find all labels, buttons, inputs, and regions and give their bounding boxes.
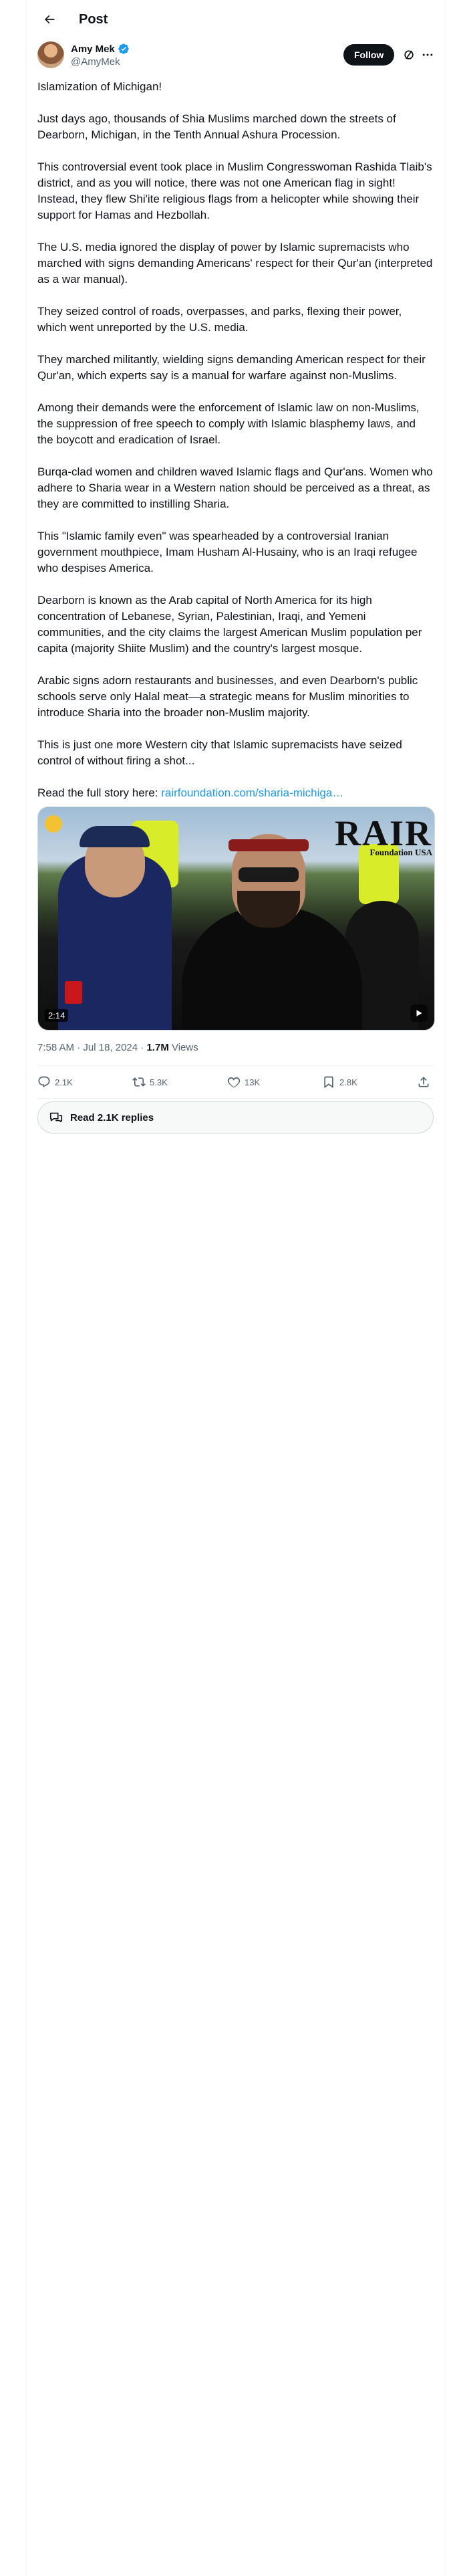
author-info: Amy Mek @AmyMek	[71, 43, 130, 68]
action-bar: 2.1K 5.3K 13K 2.8K	[27, 1066, 444, 1098]
back-arrow-icon	[44, 15, 55, 24]
tweet-paragraph: This "Islamic family even" was spearhead…	[37, 530, 418, 574]
page-title: Post	[79, 11, 108, 27]
watermark-logo: RAIR Foundation USA	[269, 815, 432, 863]
verified-icon	[118, 43, 129, 54]
views-count: 1.7M	[146, 1042, 169, 1053]
reply-button[interactable]: 2.1K	[37, 1075, 132, 1089]
reply-count: 2.1K	[55, 1077, 73, 1087]
tweet-text: Islamization of Michigan! Just days ago,…	[27, 79, 444, 801]
read-more-prefix: Read the full story here:	[37, 786, 162, 799]
post-column: Post Amy Mek @AmyMek Follow Islamization…	[27, 0, 444, 1134]
top-bar: Post	[27, 0, 444, 39]
author-handle[interactable]: @AmyMek	[71, 56, 130, 68]
grok-button[interactable]	[401, 47, 417, 63]
tweet-paragraph: Just days ago, thousands of Shia Muslims…	[37, 112, 396, 141]
tweet-paragraph: Arabic signs adorn restaurants and busin…	[37, 674, 418, 719]
bookmark-button[interactable]: 2.8K	[322, 1075, 417, 1089]
video-control-button[interactable]	[410, 1004, 428, 1022]
meta-separator: ·	[74, 1042, 84, 1053]
more-button[interactable]	[420, 47, 436, 63]
more-icon	[422, 53, 433, 56]
author-name[interactable]: Amy Mek	[71, 43, 115, 55]
share-button[interactable]	[417, 1075, 430, 1089]
like-count: 13K	[245, 1077, 261, 1087]
story-link[interactable]: rairfoundation.com/sharia-michiga…	[161, 786, 343, 799]
tweet-paragraph: This controversial event took place in M…	[37, 160, 432, 221]
views-label: Views	[168, 1042, 198, 1053]
follow-button[interactable]: Follow	[343, 44, 395, 66]
play-icon	[416, 1010, 422, 1016]
read-replies-label: Read 2.1K replies	[70, 1111, 154, 1123]
repost-icon	[132, 1077, 146, 1087]
bookmark-count: 2.8K	[339, 1077, 357, 1087]
scene-cup	[65, 981, 82, 1004]
repost-button[interactable]: 5.3K	[132, 1075, 227, 1089]
repost-count: 5.3K	[150, 1077, 168, 1087]
like-icon	[227, 1077, 241, 1088]
post-time[interactable]: 7:58 AM	[37, 1042, 74, 1053]
scene-cap	[80, 826, 150, 847]
channel-badge-icon	[45, 815, 62, 833]
author-name-row: Amy Mek	[71, 43, 130, 55]
watermark-logo-subtext: Foundation USA	[369, 847, 432, 857]
tweet-paragraph: They seized control of roads, overpasses…	[37, 305, 402, 334]
meta-separator: ·	[138, 1042, 147, 1053]
video-duration: 2:14	[45, 1009, 69, 1022]
grok-icon	[404, 50, 414, 60]
avatar[interactable]	[37, 41, 64, 68]
watermark-logo-text: RAIR	[334, 813, 432, 853]
video-player[interactable]: RAIR Foundation USA 2:14	[37, 807, 435, 1031]
right-column-border	[444, 0, 445, 2576]
share-icon	[418, 1077, 429, 1087]
back-button[interactable]	[37, 7, 61, 31]
divider	[37, 1098, 434, 1099]
read-replies-button[interactable]: Read 2.1K replies	[37, 1101, 434, 1134]
tweet-paragraph: The U.S. media ignored the display of po…	[37, 241, 433, 286]
tweet-paragraph: They marched militantly, wielding signs …	[37, 353, 426, 382]
author-row: Amy Mek @AmyMek Follow	[27, 39, 444, 79]
tweet-paragraph: Islamization of Michigan!	[37, 80, 162, 93]
scene-sunglasses	[239, 867, 299, 882]
chat-bubbles-icon	[49, 1112, 63, 1123]
tweet-paragraph: Dearborn is known as the Arab capital of…	[37, 594, 422, 655]
bookmark-icon	[324, 1076, 333, 1089]
post-meta: 7:58 AM · Jul 18, 2024 · 1.7M Views	[27, 1031, 444, 1065]
like-button[interactable]: 13K	[227, 1075, 322, 1089]
read-more-line: Read the full story here: rairfoundation…	[37, 785, 434, 801]
reply-icon	[38, 1076, 50, 1088]
tweet-paragraph: This is just one more Western city that …	[37, 738, 402, 767]
post-date[interactable]: Jul 18, 2024	[83, 1042, 138, 1053]
tweet-paragraph: Among their demands were the enforcement…	[37, 401, 420, 446]
tweet-paragraph: Burqa-clad women and children waved Isla…	[37, 465, 433, 510]
